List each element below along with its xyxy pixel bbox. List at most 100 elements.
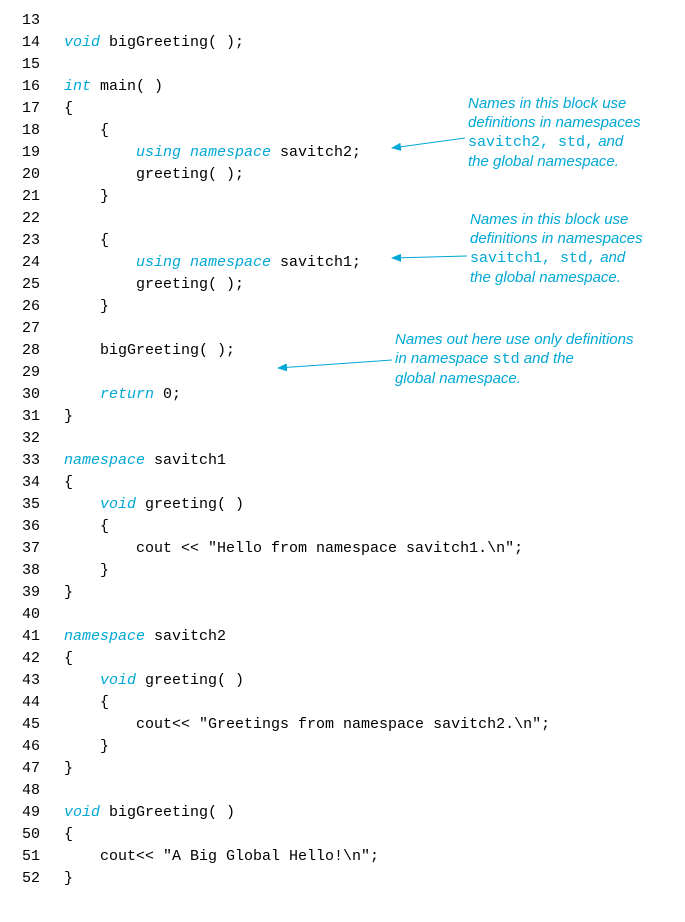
- line-number: 51: [0, 846, 64, 868]
- annotation-text: and: [596, 249, 625, 266]
- code-content: void greeting( ): [64, 494, 685, 516]
- code-content: {: [64, 692, 685, 714]
- code-content: cout << "Hello from namespace savitch1.\…: [64, 538, 685, 560]
- line-number: 29: [0, 362, 64, 384]
- code-token: cout<< "A Big Global Hello!\n";: [100, 848, 379, 865]
- code-token: }: [100, 298, 109, 315]
- code-token: savitch1;: [271, 254, 361, 271]
- code-token: }: [64, 408, 73, 425]
- code-token: {: [100, 122, 109, 139]
- code-line: 35 void greeting( ): [0, 494, 685, 516]
- code-content: }: [64, 560, 685, 582]
- code-token: savitch2: [145, 628, 226, 645]
- code-token: }: [64, 584, 73, 601]
- line-number: 38: [0, 560, 64, 582]
- code-line: 50{: [0, 824, 685, 846]
- code-line: 41namespace savitch2: [0, 626, 685, 648]
- line-number: 37: [0, 538, 64, 560]
- line-number: 27: [0, 318, 64, 340]
- code-content: }: [64, 186, 685, 208]
- code-content: [64, 428, 685, 450]
- line-number: 13: [0, 10, 64, 32]
- code-token: cout<< "Greetings from namespace savitch…: [136, 716, 550, 733]
- code-content: {: [64, 472, 685, 494]
- annotation-text: savitch1, std, and: [470, 248, 643, 268]
- code-token: bigGreeting( );: [100, 34, 244, 51]
- code-token: savitch2;: [271, 144, 361, 161]
- code-content: }: [64, 296, 685, 318]
- annotation-mono: savitch2, std,: [468, 134, 594, 151]
- line-number: 36: [0, 516, 64, 538]
- line-number: 41: [0, 626, 64, 648]
- code-line: 32: [0, 428, 685, 450]
- line-number: 50: [0, 824, 64, 846]
- code-token: {: [100, 232, 109, 249]
- line-number: 18: [0, 120, 64, 142]
- line-number: 47: [0, 758, 64, 780]
- code-content: [64, 54, 685, 76]
- code-token: greeting( ): [136, 672, 244, 689]
- annotation-text: Names in this block use: [468, 94, 641, 113]
- code-token: cout << "Hello from namespace savitch1.\…: [136, 540, 523, 557]
- code-token: {: [64, 826, 73, 843]
- line-number: 25: [0, 274, 64, 296]
- line-number: 42: [0, 648, 64, 670]
- line-number: 34: [0, 472, 64, 494]
- code-token: }: [64, 870, 73, 887]
- line-number: 35: [0, 494, 64, 516]
- code-token: greeting( ): [136, 496, 244, 513]
- code-token: savitch1: [145, 452, 226, 469]
- code-line: 52}: [0, 868, 685, 890]
- keyword-token: void: [64, 34, 100, 51]
- code-token: }: [100, 738, 109, 755]
- line-number: 52: [0, 868, 64, 890]
- code-token: {: [100, 694, 109, 711]
- line-number: 24: [0, 252, 64, 274]
- annotation-savitch2: Names in this block use definitions in n…: [468, 94, 641, 171]
- keyword-token: using namespace: [136, 254, 271, 271]
- code-line: 21 }: [0, 186, 685, 208]
- code-content: }: [64, 758, 685, 780]
- code-token: }: [100, 188, 109, 205]
- code-content: [64, 10, 685, 32]
- line-number: 33: [0, 450, 64, 472]
- annotation-savitch1: Names in this block use definitions in n…: [470, 210, 643, 287]
- line-number: 46: [0, 736, 64, 758]
- line-number: 31: [0, 406, 64, 428]
- code-token: {: [64, 650, 73, 667]
- annotation-text: the global namespace.: [470, 268, 643, 287]
- code-content: {: [64, 516, 685, 538]
- code-token: {: [64, 474, 73, 491]
- code-line: 33namespace savitch1: [0, 450, 685, 472]
- code-line: 13: [0, 10, 685, 32]
- keyword-token: using namespace: [136, 144, 271, 161]
- code-token: 0;: [154, 386, 181, 403]
- code-token: greeting( );: [136, 166, 244, 183]
- annotation-text: in namespace std and the: [395, 349, 633, 369]
- line-number: 15: [0, 54, 64, 76]
- code-content: [64, 780, 685, 802]
- keyword-token: int: [64, 78, 91, 95]
- line-number: 26: [0, 296, 64, 318]
- code-line: 14void bigGreeting( );: [0, 32, 685, 54]
- line-number: 43: [0, 670, 64, 692]
- code-line: 42{: [0, 648, 685, 670]
- annotation-text: savitch2, std, and: [468, 132, 641, 152]
- line-number: 28: [0, 340, 64, 362]
- annotation-text: Names in this block use: [470, 210, 643, 229]
- code-line: 40: [0, 604, 685, 626]
- line-number: 22: [0, 208, 64, 230]
- keyword-token: void: [100, 496, 136, 513]
- keyword-token: return: [100, 386, 154, 403]
- code-token: }: [100, 562, 109, 579]
- code-token: }: [64, 760, 73, 777]
- line-number: 40: [0, 604, 64, 626]
- line-number: 44: [0, 692, 64, 714]
- line-number: 30: [0, 384, 64, 406]
- keyword-token: void: [100, 672, 136, 689]
- code-line: 26 }: [0, 296, 685, 318]
- code-content: }: [64, 582, 685, 604]
- code-token: greeting( );: [136, 276, 244, 293]
- line-number: 21: [0, 186, 64, 208]
- annotation-text: and the: [520, 350, 574, 367]
